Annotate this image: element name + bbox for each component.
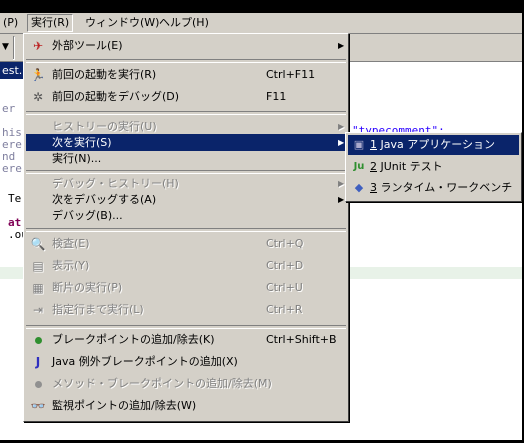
java-exception-icon: J xyxy=(35,355,41,369)
menu-item-external-tools[interactable]: ✈ 外部ツール(E) ▶ xyxy=(26,37,346,54)
menu-separator xyxy=(26,228,346,232)
submenu-arrow-icon: ▶ xyxy=(338,195,345,204)
menu-item-debug-last[interactable]: ✲ 前回の起動をデバッグ(D) F11 xyxy=(26,88,346,105)
external-tools-icon: ✈ xyxy=(32,39,44,53)
menu-item-inspect[interactable]: 🔍 検査(E) Ctrl+Q xyxy=(26,235,346,252)
menu-item-run-last[interactable]: 🏃 前回の起動を実行(R) Ctrl+F11 xyxy=(26,66,346,83)
execute-icon: ▦ xyxy=(32,281,44,295)
menu-run[interactable]: 実行(R) xyxy=(27,14,74,32)
menu-project[interactable]: (P) xyxy=(0,16,21,30)
menu-item-run-as[interactable]: 次を実行(S) ▶ xyxy=(26,134,346,151)
menu-item-watchpoint[interactable]: 👓 監視ポイントの追加/除去(W) xyxy=(26,397,346,414)
submenu-arrow-icon: ▶ xyxy=(338,122,345,131)
menu-item-debug-history[interactable]: デバッグ・ヒストリー(H) ▶ xyxy=(26,175,346,192)
submenu-arrow-icon: ▶ xyxy=(338,138,345,147)
menu-item-display[interactable]: ▤ 表示(Y) Ctrl+D xyxy=(26,257,346,274)
toolbar-separator xyxy=(13,36,15,60)
run-icon: 🏃 xyxy=(30,68,46,82)
submenu-arrow-icon: ▶ xyxy=(338,179,345,188)
breakpoint-icon xyxy=(30,332,46,348)
menu-item-run-history[interactable]: ヒストリーの実行(U) ▶ xyxy=(26,118,346,135)
code-fragment: ere xyxy=(2,162,22,175)
menu-item-execute[interactable]: ▦ 断片の実行(P) Ctrl+U xyxy=(26,279,346,296)
display-icon: ▤ xyxy=(32,259,44,273)
watchpoint-icon: 👓 xyxy=(30,399,46,413)
menu-item-toggle-breakpoint[interactable]: ブレークポイントの追加/除去(K) Ctrl+Shift+B xyxy=(26,331,346,348)
menu-item-debug-as[interactable]: 次をデバッグする(A) ▶ xyxy=(26,191,346,208)
submenu-arrow-icon: ▶ xyxy=(338,41,345,50)
workbench-icon: ◆ xyxy=(354,181,364,194)
toolbar-dropdown-icon[interactable]: ▼ xyxy=(2,42,9,52)
menu-separator xyxy=(26,170,346,174)
junit-icon: Ju xyxy=(353,161,365,172)
menu-item-method-breakpoint[interactable]: メソッド・ブレークポイントの追加/除去(M) xyxy=(26,375,346,392)
menu-separator xyxy=(26,111,346,115)
window: (P) 実行(R) ウィンドウ(W) ヘルプ(H) ▼ est. er his … xyxy=(0,0,524,443)
java-app-icon: ▣ xyxy=(353,138,365,151)
menu-item-debug-dialog[interactable]: デバッグ(B)... xyxy=(26,207,346,224)
debug-icon: ✲ xyxy=(32,90,44,104)
menu-item-run-to-line[interactable]: ⇥ 指定行まで実行(L) Ctrl+R xyxy=(26,301,346,318)
code-fragment: Te xyxy=(8,192,22,205)
run-menu: ✈ 外部ツール(E) ▶ 🏃 前回の起動を実行(R) Ctrl+F11 ✲ 前回… xyxy=(23,33,349,422)
menu-separator xyxy=(26,59,346,63)
inspect-icon: 🔍 xyxy=(30,237,46,251)
menu-help[interactable]: ヘルプ(H) xyxy=(156,16,212,30)
run-to-line-icon: ⇥ xyxy=(32,303,44,317)
submenu-item-junit-test[interactable]: Ju 2 JUnit テスト xyxy=(348,157,519,177)
run-as-submenu: ▣ 1 Java アプリケーション Ju 2 JUnit テスト ◆ 3 ランタ… xyxy=(345,132,522,202)
menu-window[interactable]: ウィンドウ(W) xyxy=(82,16,162,30)
menu-item-run-dialog[interactable]: 実行(N)... xyxy=(26,150,346,167)
menu-item-java-exception-breakpoint[interactable]: J Java 例外ブレークポイントの追加(X) xyxy=(26,353,346,370)
method-breakpoint-icon xyxy=(30,376,46,392)
menu-separator xyxy=(26,325,346,329)
submenu-item-java-application[interactable]: ▣ 1 Java アプリケーション xyxy=(348,135,519,155)
code-fragment: er xyxy=(2,102,16,115)
menu-bar: (P) 実行(R) ウィンドウ(W) ヘルプ(H) xyxy=(0,13,522,34)
submenu-item-runtime-workbench[interactable]: ◆ 3 ランタイム・ワークベンチ xyxy=(348,178,519,198)
